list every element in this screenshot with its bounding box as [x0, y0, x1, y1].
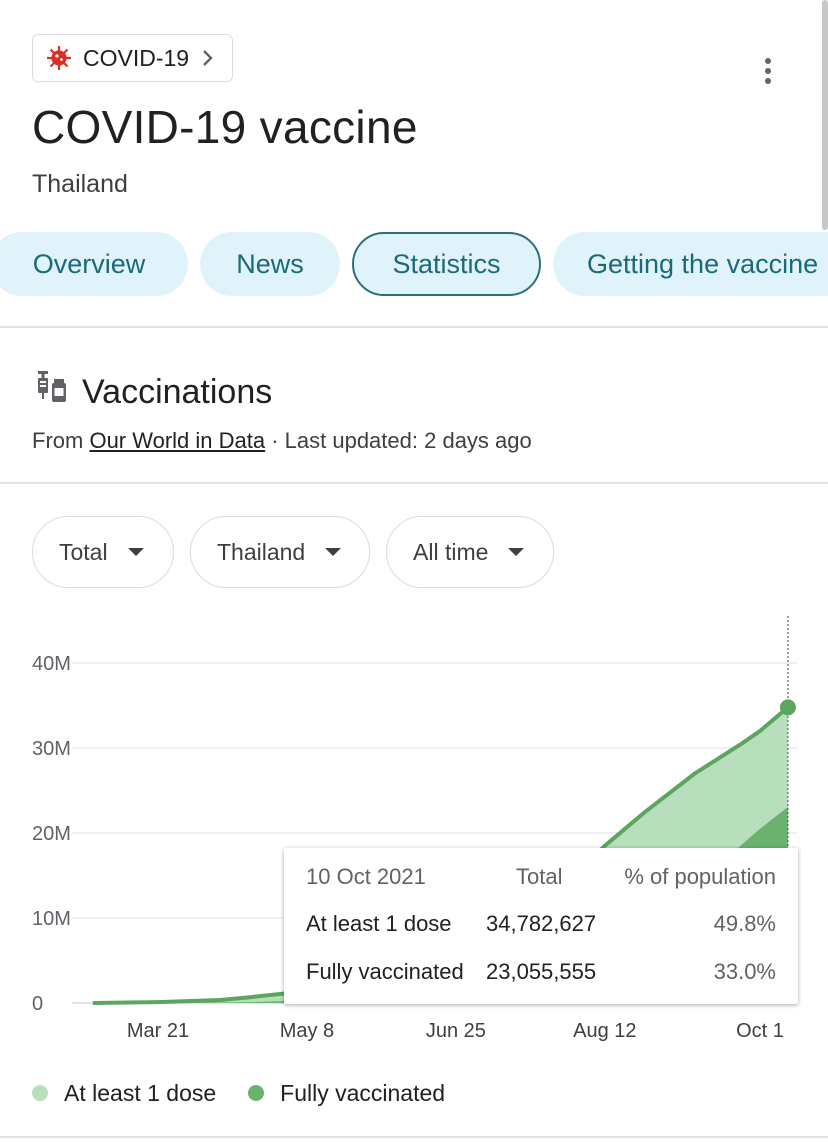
divider [0, 1136, 828, 1138]
topic-chip-covid[interactable]: COVID-19 [32, 34, 233, 82]
caret-down-icon [127, 548, 144, 556]
y-tick-label: 30M [32, 738, 71, 760]
legend-swatch [32, 1085, 48, 1101]
filter-metric-dropdown[interactable]: Total [32, 516, 174, 588]
filter-label: Total [59, 538, 108, 565]
chart-tooltip: 10 Oct 2021 Total % of population At lea… [284, 848, 798, 1004]
y-tick-label: 0 [32, 993, 43, 1015]
last-updated: · Last updated: 2 days ago [265, 428, 532, 453]
page-subtitle: Thailand [32, 170, 128, 198]
tooltip-row-total: 34,782,627 [486, 911, 597, 936]
virus-icon [47, 46, 71, 70]
tooltip-col-pct: % of population [624, 864, 776, 889]
tab-getting-the-vaccine[interactable]: Getting the vaccine [553, 232, 828, 296]
source-link[interactable]: Our World in Data [89, 428, 265, 453]
topic-chip-label: COVID-19 [83, 44, 190, 71]
x-tick-label: Aug 12 [573, 1020, 636, 1042]
source-prefix: From [32, 428, 90, 453]
tab-statistics[interactable]: Statistics [352, 232, 541, 296]
filter-time-dropdown[interactable]: All time [386, 516, 554, 588]
scrollbar[interactable] [822, 0, 828, 230]
y-tick-label: 20M [32, 823, 71, 845]
tab-news[interactable]: News [200, 232, 340, 296]
tooltip-row-pct: 33.0% [713, 959, 776, 984]
filter-location-dropdown[interactable]: Thailand [190, 516, 370, 588]
tab-overview[interactable]: Overview [0, 232, 188, 296]
x-tick-label: May 8 [280, 1020, 334, 1042]
tooltip-row-label: At least 1 dose [306, 911, 452, 936]
legend-item-first-dose[interactable]: At least 1 dose [32, 1080, 216, 1107]
x-tick-label: Mar 21 [127, 1020, 189, 1042]
tooltip-row-label: Fully vaccinated [306, 959, 464, 984]
filter-label: Thailand [217, 538, 306, 565]
section-source: From Our World in Data · Last updated: 2… [32, 428, 532, 454]
legend-swatch [248, 1085, 265, 1101]
legend-item-fully-vaccinated[interactable]: Fully vaccinated [248, 1080, 445, 1107]
more-options-icon[interactable] [752, 54, 784, 88]
y-tick-label: 10M [32, 908, 71, 930]
chevron-right-icon [203, 50, 213, 66]
filter-label: All time [413, 538, 489, 565]
page-title: COVID-19 vaccine [32, 101, 418, 153]
caret-down-icon [508, 548, 525, 556]
tooltip-row: At least 1 dose 34,782,627 49.8% [306, 911, 776, 941]
tab-bar: Overview News Statistics Getting the vac… [0, 232, 828, 296]
tooltip-row-pct: 49.8% [713, 911, 776, 936]
tooltip-date: 10 Oct 2021 [306, 864, 426, 889]
caret-down-icon [325, 548, 342, 556]
tooltip-row-total: 23,055,555 [486, 959, 597, 984]
tooltip-header: 10 Oct 2021 Total % of population [306, 864, 776, 894]
tooltip-col-total: Total [516, 864, 563, 889]
x-tick-label: Oct 1 [736, 1020, 784, 1042]
section-title: Vaccinations [82, 373, 273, 411]
tooltip-row: Fully vaccinated 23,055,555 33.0% [306, 959, 776, 989]
x-tick-label: Jun 25 [426, 1020, 486, 1042]
vaccine-icon [38, 371, 66, 402]
divider [0, 326, 828, 328]
legend-label: At least 1 dose [64, 1079, 217, 1106]
y-tick-label: 40M [32, 653, 71, 675]
chart-legend: At least 1 dose Fully vaccinated [32, 1078, 477, 1108]
hover-point [779, 699, 796, 716]
divider [0, 482, 828, 484]
legend-label: Fully vaccinated [280, 1079, 446, 1106]
